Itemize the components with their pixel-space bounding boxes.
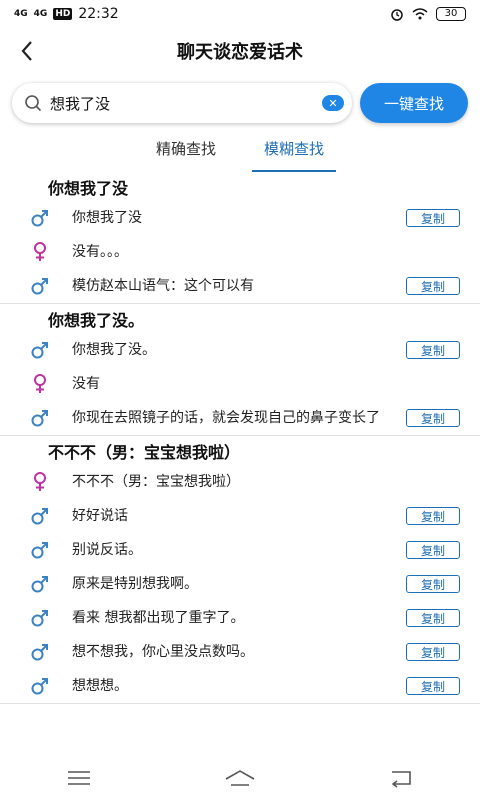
list-item: 别说反话。 复制: [0, 533, 480, 567]
male-icon: [0, 276, 72, 296]
search-button[interactable]: 一键查找: [360, 83, 468, 123]
item-text: 没有: [72, 376, 100, 392]
status-time: 22:32: [78, 6, 119, 22]
copy-button[interactable]: 复制: [406, 575, 460, 593]
list-item: 想想想。 复制: [0, 669, 480, 703]
copy-button[interactable]: 复制: [406, 609, 460, 627]
item-text: 没有。。。: [72, 244, 128, 260]
search-row: ✕ 一键查找: [0, 74, 480, 132]
list-item: 你现在去照镜子的话，就会发现自己的鼻子变长了 复制: [0, 401, 480, 435]
tab-1[interactable]: 模糊查找: [252, 132, 337, 172]
copy-button[interactable]: 复制: [406, 507, 460, 525]
result-group: 不不不（男：宝宝想我啦） 不不不（男：宝宝想我啦） 好好说话 复制 别说反话。 复制 原来是…: [0, 436, 480, 704]
signal-icon: 4G: [14, 8, 28, 19]
tab-bar: 精确查找 模糊查找: [0, 132, 480, 172]
battery-icon: 30: [436, 7, 466, 21]
clear-icon[interactable]: ✕: [322, 95, 344, 111]
female-icon: [0, 241, 72, 263]
list-item: 没有。。。: [0, 235, 480, 269]
back-nav-icon[interactable]: [388, 768, 414, 788]
result-group: 你想我了没 你想我了没 复制 没有。。。 模仿赵本山语气：这个可以有 复制: [0, 172, 480, 304]
item-text: 看来 想我都出现了重字了。: [72, 610, 245, 626]
app-bar: 聊天谈恋爱话术: [0, 28, 480, 74]
copy-button[interactable]: 复制: [406, 341, 460, 359]
item-text: 别说反话。: [72, 542, 142, 558]
home-icon[interactable]: [223, 768, 257, 788]
item-text: 不不不（男：宝宝想我啦）: [72, 474, 240, 490]
search-input[interactable]: [48, 93, 316, 113]
hd-badge: HD: [53, 8, 73, 20]
group-title: 不不不（男：宝宝想我啦）: [48, 443, 241, 462]
male-icon: [0, 208, 72, 228]
male-icon: [0, 408, 72, 428]
female-icon: [0, 373, 72, 395]
list-item: 想不想我，你心里没点数吗。 复制: [0, 635, 480, 669]
male-icon: [0, 574, 72, 594]
item-text: 好好说话: [72, 508, 128, 524]
alarm-icon: [391, 9, 403, 21]
tab-0[interactable]: 精确查找: [144, 132, 228, 172]
item-text: 你想我了没。: [72, 342, 156, 358]
item-text: 你想我了没: [72, 210, 142, 226]
result-group: 你想我了没。 你想我了没。 复制 没有 你现在去照镜子的话，就会发现自己的鼻子变长了 复制: [0, 304, 480, 436]
page-title: 聊天谈恋爱话术: [177, 42, 303, 63]
list-item: 没有: [0, 367, 480, 401]
item-text: 模仿赵本山语气：这个可以有: [72, 278, 254, 294]
back-arrow-icon[interactable]: [14, 36, 44, 66]
male-icon: [0, 340, 72, 360]
copy-button[interactable]: 复制: [406, 541, 460, 559]
list-item: 你想我了没 复制: [0, 201, 480, 235]
list-item: 看来 想我都出现了重字了。 复制: [0, 601, 480, 635]
group-title: 你想我了没: [48, 179, 129, 198]
female-icon: [0, 471, 72, 493]
male-icon: [0, 506, 72, 526]
group-title: 你想我了没。: [48, 311, 145, 330]
list-item: 不不不（男：宝宝想我啦）: [0, 465, 480, 499]
male-icon: [0, 676, 72, 696]
male-icon: [0, 608, 72, 628]
result-list: 你想我了没 你想我了没 复制 没有。。。 模仿赵本山语气：这个可以有 复制 你想我了没。 你想…: [0, 172, 480, 722]
search-box: ✕: [12, 83, 352, 123]
copy-button[interactable]: 复制: [406, 677, 460, 695]
copy-button[interactable]: 复制: [406, 409, 460, 427]
wifi-icon: [412, 8, 428, 20]
item-text: 你现在去照镜子的话，就会发现自己的鼻子变长了: [72, 410, 380, 426]
male-icon: [0, 540, 72, 560]
copy-button[interactable]: 复制: [406, 277, 460, 295]
signal-icon-2: 4G: [33, 8, 48, 19]
item-text: 想想想。: [72, 678, 128, 694]
status-bar: 4G 4G HD 22:32 30: [0, 0, 480, 28]
item-text: 想不想我，你心里没点数吗。: [72, 644, 254, 660]
search-icon: [25, 95, 42, 112]
menu-icon[interactable]: [66, 769, 92, 787]
list-item: 好好说话 复制: [0, 499, 480, 533]
system-nav-bar: [0, 756, 480, 800]
copy-button[interactable]: 复制: [406, 643, 460, 661]
male-icon: [0, 642, 72, 662]
copy-button[interactable]: 复制: [406, 209, 460, 227]
item-text: 原来是特别想我啊。: [72, 576, 198, 592]
list-item: 你想我了没。 复制: [0, 333, 480, 367]
list-item: 原来是特别想我啊。 复制: [0, 567, 480, 601]
list-item: 模仿赵本山语气：这个可以有 复制: [0, 269, 480, 303]
